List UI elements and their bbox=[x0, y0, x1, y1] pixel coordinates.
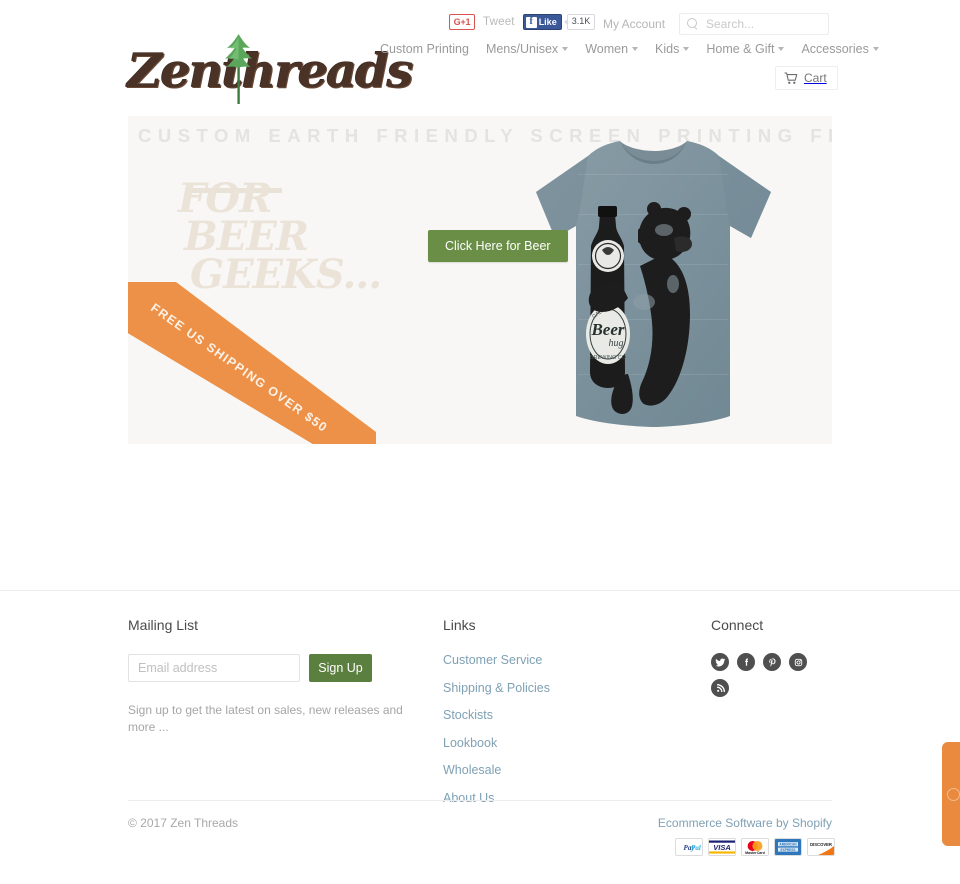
list-item: Stockists bbox=[443, 706, 683, 724]
shopify-credit-link[interactable]: Ecommerce Software by Shopify bbox=[658, 816, 832, 830]
svg-text:BREWING CO: BREWING CO bbox=[590, 355, 627, 361]
svg-text:Beer: Beer bbox=[590, 320, 624, 339]
instagram-icon[interactable] bbox=[789, 653, 807, 671]
footer-link-customer-service[interactable]: Customer Service bbox=[443, 653, 542, 667]
hero-cta-button[interactable]: Click Here for Beer bbox=[428, 230, 568, 262]
svg-text:AMERICAN: AMERICAN bbox=[779, 843, 797, 847]
nav-item-custom-printing[interactable]: Custom Printing bbox=[380, 42, 469, 56]
search-input[interactable] bbox=[704, 16, 824, 32]
main-navigation: Custom Printing Mens/Unisex Women Kids H… bbox=[380, 42, 879, 56]
connect-title: Connect bbox=[711, 617, 764, 633]
nav-label: Kids bbox=[655, 42, 680, 56]
chevron-down-icon bbox=[632, 47, 639, 51]
cart-button[interactable]: Cart bbox=[775, 66, 838, 90]
chevron-down-icon bbox=[683, 47, 690, 51]
site-logo[interactable]: Zenthreads bbox=[127, 34, 414, 108]
footer-link-about-us[interactable]: About Us bbox=[443, 791, 494, 805]
pinterest-icon[interactable] bbox=[763, 653, 781, 671]
twitter-icon[interactable] bbox=[711, 653, 729, 671]
list-item: Wholesale bbox=[443, 761, 683, 779]
cart-icon bbox=[784, 71, 798, 85]
help-tab-widget[interactable] bbox=[942, 742, 960, 846]
facebook-like-label: Like bbox=[538, 16, 557, 27]
mailing-list-title: Mailing List bbox=[128, 617, 199, 633]
nav-item-home-and-gift[interactable]: Home & Gift bbox=[706, 42, 785, 56]
hero-product-image[interactable]: Beer hug CALIF BREWING CO bbox=[468, 134, 818, 434]
svg-text:Pal: Pal bbox=[691, 844, 701, 852]
my-account-link[interactable]: My Account bbox=[603, 17, 665, 31]
site-footer: Mailing List Sign Up Sign up to get the … bbox=[0, 591, 960, 884]
list-item: Customer Service bbox=[443, 651, 683, 669]
footer-connect-column: Connect bbox=[711, 617, 911, 697]
help-circle-icon bbox=[946, 787, 960, 801]
social-icon-row bbox=[711, 653, 823, 697]
free-shipping-ribbon: FREE US SHIPPING OVER $50 bbox=[128, 282, 376, 444]
page-root: G+1 Tweet f Like 3.1K My Account Zenthre… bbox=[0, 0, 960, 884]
list-item: About Us bbox=[443, 789, 683, 807]
facebook-like-button[interactable]: f Like bbox=[522, 14, 562, 30]
footer-mailing-list-column: Mailing List Sign Up Sign up to get the … bbox=[128, 617, 428, 748]
nav-item-women[interactable]: Women bbox=[585, 42, 639, 56]
mailing-list-note: Sign up to get the latest on sales, new … bbox=[128, 703, 403, 734]
list-item: Lookbook bbox=[443, 734, 683, 752]
pine-tree-icon bbox=[225, 34, 252, 104]
links-title: Links bbox=[443, 617, 476, 633]
footer-link-shipping-policies[interactable]: Shipping & Policies bbox=[443, 681, 550, 695]
nav-label: Home & Gift bbox=[706, 42, 775, 56]
search-box[interactable] bbox=[679, 13, 829, 35]
nav-item-accessories[interactable]: Accessories bbox=[801, 42, 879, 56]
search-icon bbox=[687, 18, 699, 30]
chevron-down-icon bbox=[778, 47, 785, 51]
hero-banner: CUSTOM EARTH FRIENDLY SCREEN PRINTING FR… bbox=[128, 116, 832, 444]
mastercard-icon: MasterCard bbox=[741, 838, 769, 856]
footer-bottom-divider bbox=[128, 800, 832, 801]
hero-subline-3: GEEKS... bbox=[190, 251, 382, 298]
hero-sublines: FOR BEER GEEKS... bbox=[178, 179, 382, 298]
nav-label: Women bbox=[585, 42, 629, 56]
svg-text:MasterCard: MasterCard bbox=[745, 851, 765, 855]
facebook-icon[interactable] bbox=[737, 653, 755, 671]
google-plus-one-button[interactable]: G+1 bbox=[449, 14, 475, 30]
footer-links-column: Links Customer Service Shipping & Polici… bbox=[443, 617, 683, 816]
cart-label: Cart bbox=[804, 71, 827, 85]
facebook-icon: f bbox=[525, 16, 537, 28]
tweet-button[interactable]: Tweet bbox=[483, 16, 515, 28]
ribbon-label: FREE US SHIPPING OVER $50 bbox=[148, 301, 330, 436]
chevron-down-icon bbox=[562, 47, 569, 51]
utility-bar: G+1 Tweet f Like 3.1K My Account bbox=[0, 0, 960, 40]
tshirt-illustration: Beer hug CALIF BREWING CO bbox=[536, 141, 771, 427]
nav-label: Mens/Unisex bbox=[485, 42, 559, 56]
rss-icon[interactable] bbox=[711, 679, 729, 697]
email-field[interactable] bbox=[128, 654, 300, 682]
svg-text:DISCOVER: DISCOVER bbox=[810, 842, 832, 847]
social-share-group: G+1 Tweet f Like 3.1K bbox=[449, 14, 596, 30]
svg-text:hug: hug bbox=[609, 338, 624, 349]
paypal-icon: Pay Pal Pal bbox=[675, 838, 703, 856]
copyright-text: © 2017 Zen Threads bbox=[128, 816, 239, 830]
facebook-like-count: 3.1K bbox=[563, 14, 596, 30]
facebook-like-group: f Like 3.1K bbox=[522, 14, 596, 30]
list-item: Shipping & Policies bbox=[443, 679, 683, 697]
svg-text:VISA: VISA bbox=[713, 843, 731, 852]
signup-button[interactable]: Sign Up bbox=[309, 654, 372, 682]
nav-item-mens-unisex[interactable]: Mens/Unisex bbox=[485, 42, 569, 56]
discover-icon: DISCOVER bbox=[807, 838, 835, 856]
footer-link-wholesale[interactable]: Wholesale bbox=[443, 763, 501, 777]
visa-icon: VISA bbox=[708, 838, 736, 856]
footer-link-lookbook[interactable]: Lookbook bbox=[443, 736, 497, 750]
chevron-down-icon bbox=[872, 47, 879, 51]
american-express-icon: AMERICAN EXPRESS bbox=[774, 838, 802, 856]
svg-text:EXPRESS: EXPRESS bbox=[780, 848, 795, 852]
footer-link-list: Customer Service Shipping & Policies Sto… bbox=[443, 651, 683, 807]
nav-label: Accessories bbox=[801, 42, 869, 56]
nav-item-kids[interactable]: Kids bbox=[655, 42, 690, 56]
footer-link-stockists[interactable]: Stockists bbox=[443, 708, 493, 722]
mailing-list-form: Sign Up bbox=[128, 654, 428, 682]
nav-label: Custom Printing bbox=[380, 42, 469, 56]
logo-wordmark: Zenthreads bbox=[127, 44, 413, 99]
payment-methods-row: Pay Pal Pal VISA MasterCard bbox=[675, 838, 835, 856]
